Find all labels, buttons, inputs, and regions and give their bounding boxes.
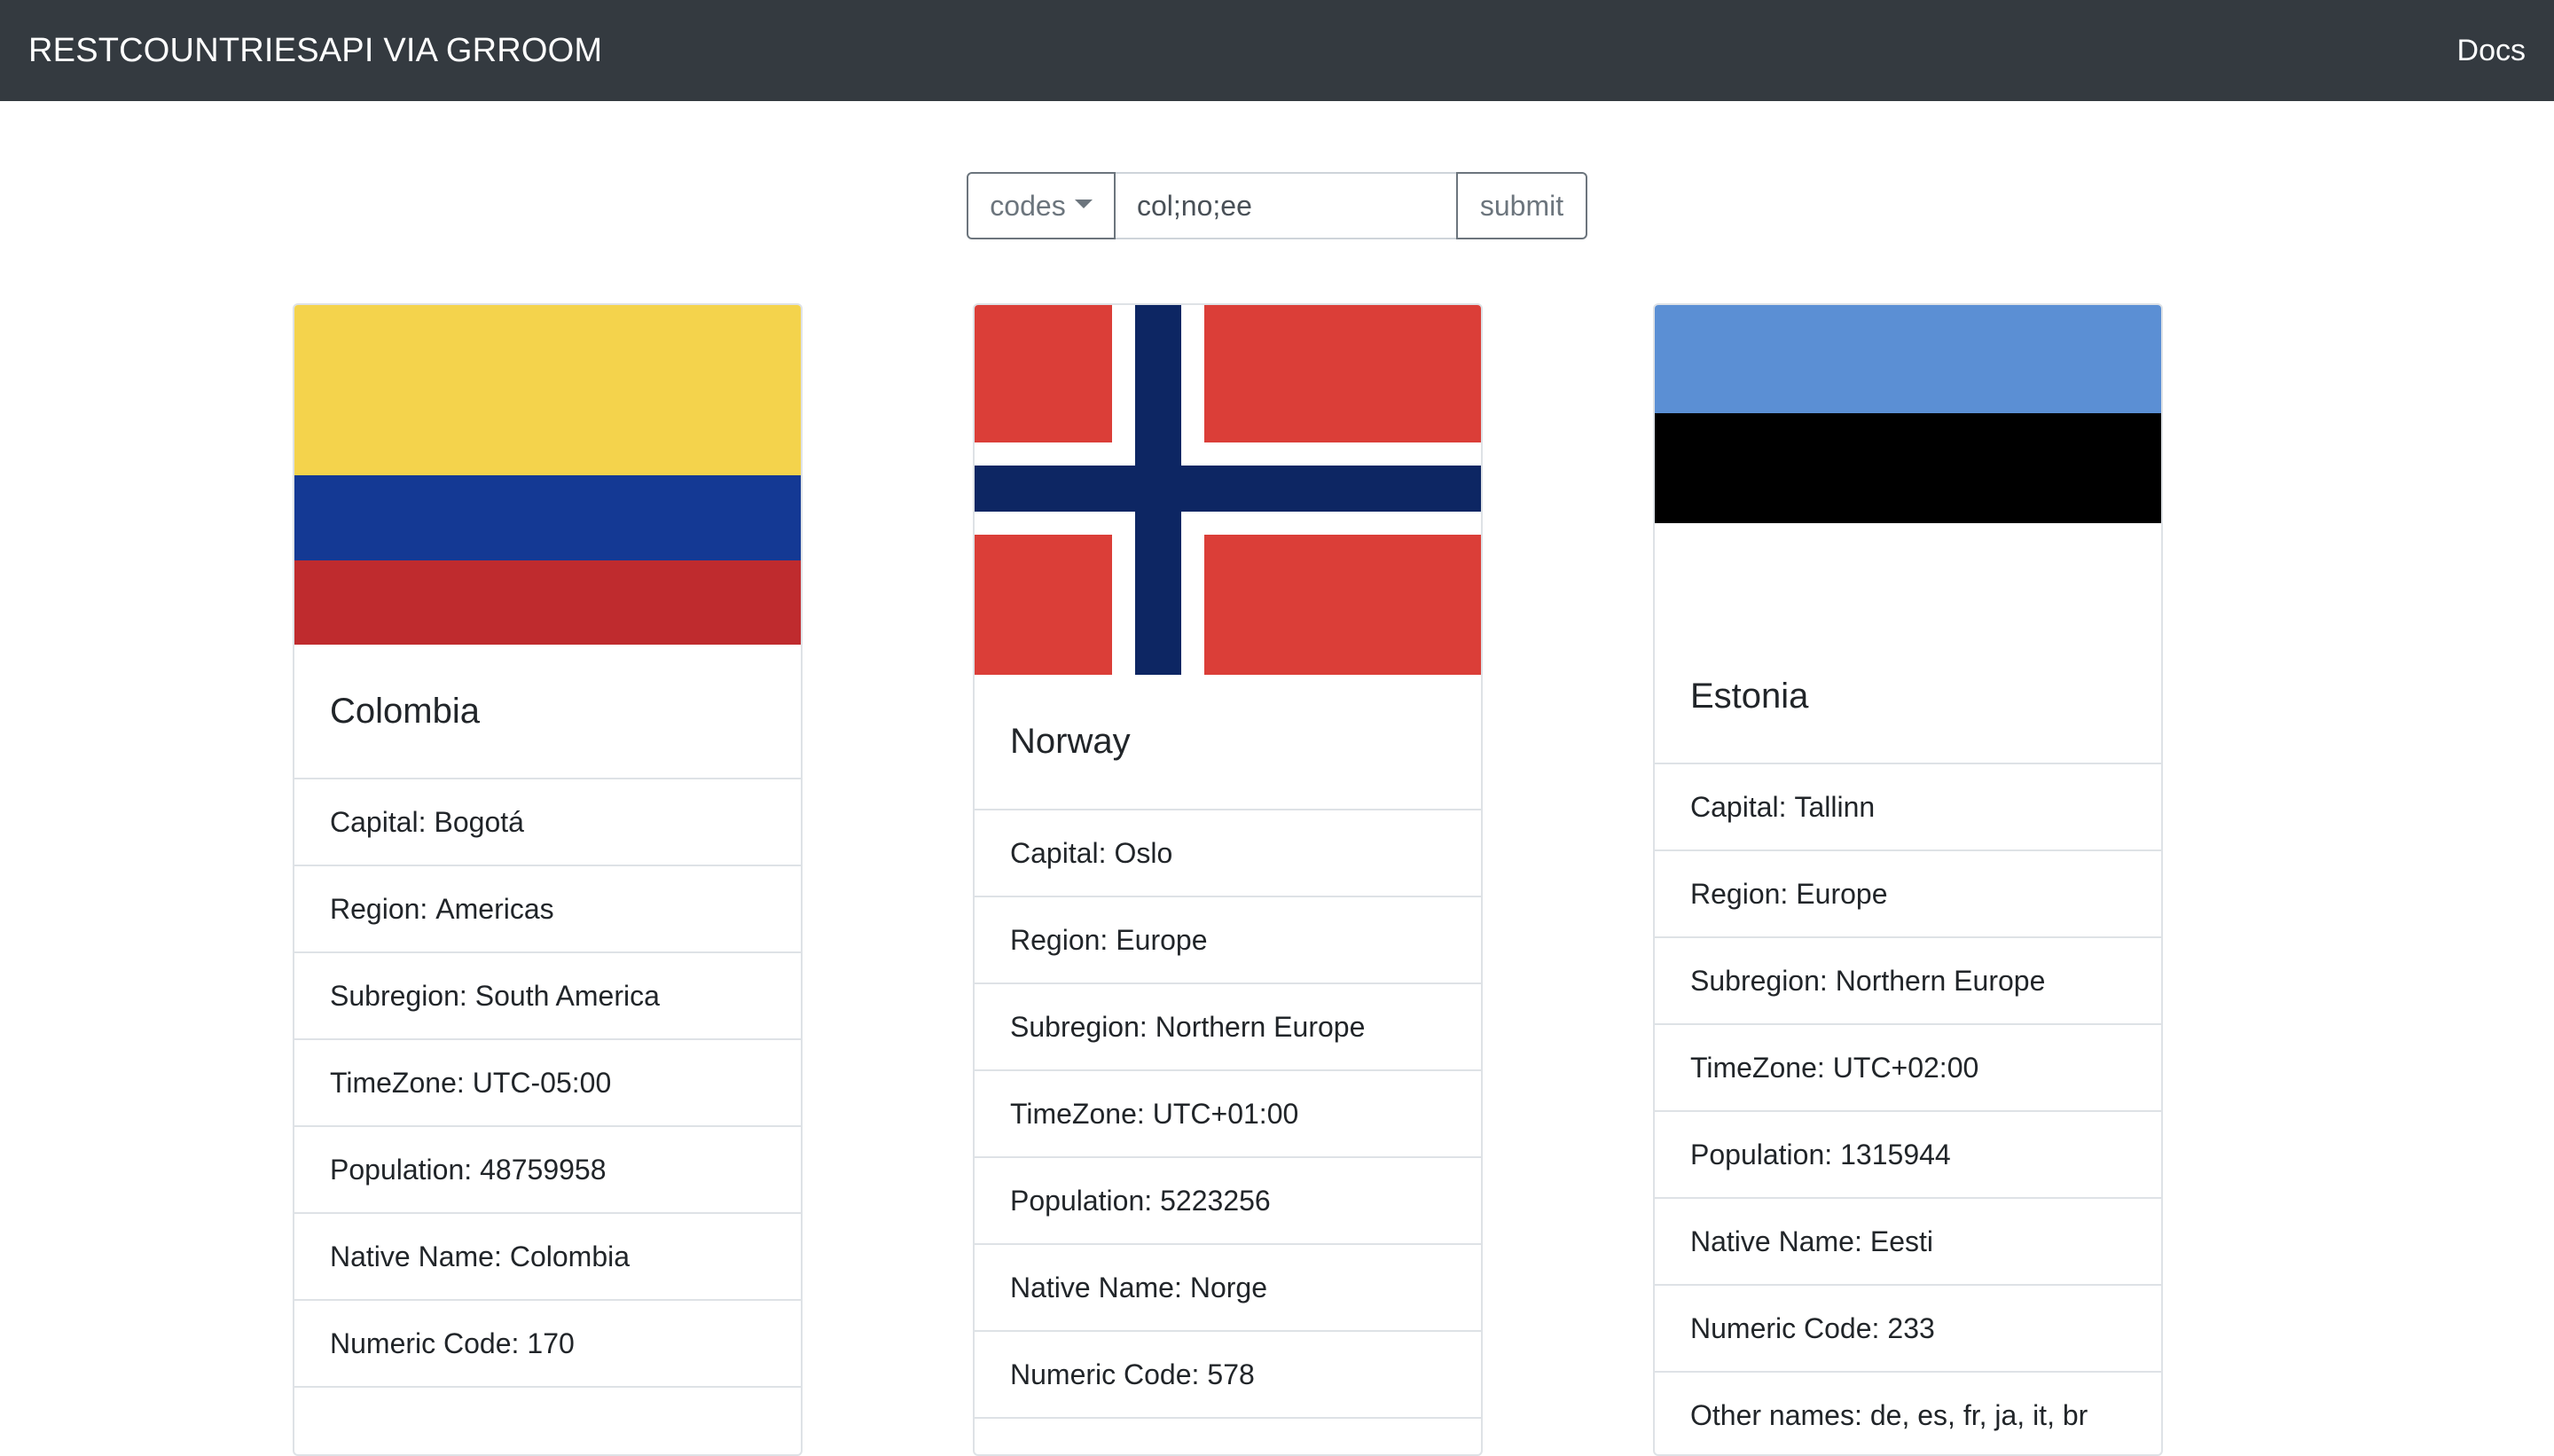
search-type-dropdown[interactable]: codes xyxy=(967,172,1116,239)
region-label: Region: xyxy=(1690,877,1789,910)
list-item-population: Population: 1315944 xyxy=(1655,1112,2161,1199)
numeric-code-value: 578 xyxy=(1207,1358,1255,1390)
region-label: Region: xyxy=(1010,923,1109,956)
list-item-native-name: Native Name: Colombia xyxy=(294,1214,801,1301)
numeric-code-label: Numeric Code: xyxy=(1010,1358,1200,1390)
list-item-subregion: Subregion: Northern Europe xyxy=(1655,938,2161,1025)
native-name-label: Native Name: xyxy=(1690,1225,1862,1257)
flag-band-blue xyxy=(294,475,801,560)
country-details: Capital: Tallinn Region: Europe Subregion:… xyxy=(1655,764,2161,1454)
list-item-more xyxy=(294,1388,801,1454)
numeric-code-value: 233 xyxy=(1887,1311,1935,1344)
list-item-numeric-code: Numeric Code: 578 xyxy=(975,1332,1481,1419)
navbar-brand[interactable]: RESTCOUNTRIESAPI VIA GRROOM xyxy=(28,30,602,71)
colombia-flag xyxy=(294,305,801,645)
population-value: 48759958 xyxy=(480,1153,607,1186)
numeric-code-value: 170 xyxy=(527,1327,575,1359)
list-item-numeric-code: Numeric Code: 233 xyxy=(1655,1286,2161,1373)
capital-label: Capital: xyxy=(1690,790,1787,823)
subregion-value: South America xyxy=(474,979,660,1012)
region-value: Europe xyxy=(1796,877,1888,910)
capital-label: Capital: xyxy=(1010,836,1107,869)
capital-value: Tallinn xyxy=(1794,790,1876,823)
list-item-timezone: TimeZone: UTC+02:00 xyxy=(1655,1025,2161,1112)
navbar: RESTCOUNTRIESAPI VIA GRROOM Docs xyxy=(0,0,2554,101)
dropdown-label: codes xyxy=(990,189,1066,222)
country-name: Colombia xyxy=(330,691,480,731)
flag-band-red xyxy=(294,560,801,645)
region-value: Americas xyxy=(435,892,554,925)
timezone-label: TimeZone: xyxy=(330,1066,465,1099)
population-label: Population: xyxy=(330,1153,473,1186)
submit-button[interactable]: submit xyxy=(1456,172,1587,239)
subregion-label: Subregion: xyxy=(1690,964,1828,997)
list-item-native-name: Native Name: Norge xyxy=(975,1245,1481,1332)
flag-cross-blue-horizontal xyxy=(975,466,1481,512)
native-name-label: Native Name: xyxy=(1010,1271,1182,1303)
subregion-label: Subregion: xyxy=(330,979,467,1012)
list-item-subregion: Subregion: South America xyxy=(294,953,801,1040)
flag-band-blue xyxy=(1655,305,2161,413)
card-body: Colombia xyxy=(294,645,801,779)
native-name-value: Eesti xyxy=(1869,1225,1933,1257)
list-item-population: Population: 5223256 xyxy=(975,1158,1481,1245)
numeric-code-label: Numeric Code: xyxy=(1690,1311,1880,1344)
estonia-flag xyxy=(1655,305,2161,523)
search-bar: codes col;no;ee submit xyxy=(967,172,1587,239)
population-label: Population: xyxy=(1010,1184,1153,1217)
card-body: Estonia xyxy=(1655,523,2161,764)
other-names-value: de, es, fr, ja, it, br xyxy=(1869,1398,2088,1431)
population-value: 5223256 xyxy=(1160,1184,1271,1217)
timezone-value: UTC-05:00 xyxy=(472,1066,612,1099)
list-item-region: Region: Americas xyxy=(294,866,801,953)
timezone-value: UTC+02:00 xyxy=(1832,1051,1979,1084)
country-card-colombia: Colombia Capital: Bogotá Region: Americas … xyxy=(293,303,803,1456)
list-item-other-names: Other names: de, es, fr, ja, it, br xyxy=(1655,1373,2161,1454)
list-item-capital: Capital: Tallinn xyxy=(1655,764,2161,851)
timezone-label: TimeZone: xyxy=(1690,1051,1825,1084)
list-item-numeric-code: Numeric Code: 170 xyxy=(294,1301,801,1388)
list-item-capital: Capital: Bogotá xyxy=(294,779,801,866)
flag-band-yellow xyxy=(294,305,801,475)
capital-value: Oslo xyxy=(1114,836,1173,869)
card-body: Norway xyxy=(975,675,1481,810)
docs-link[interactable]: Docs xyxy=(2457,32,2526,69)
capital-value: Bogotá xyxy=(434,805,524,838)
country-details: Capital: Oslo Region: Europe Subregion: Nor… xyxy=(975,810,1481,1419)
numeric-code-label: Numeric Code: xyxy=(330,1327,520,1359)
native-name-value: Norge xyxy=(1189,1271,1267,1303)
country-card-estonia: Estonia Capital: Tallinn Region: Europe Su… xyxy=(1653,303,2163,1456)
native-name-value: Colombia xyxy=(509,1240,631,1272)
list-item-timezone: TimeZone: UTC-05:00 xyxy=(294,1040,801,1127)
norway-flag xyxy=(975,305,1481,675)
timezone-value: UTC+01:00 xyxy=(1152,1097,1299,1130)
flag-band-black xyxy=(1655,413,2161,523)
subregion-value: Northern Europe xyxy=(1155,1010,1366,1043)
list-item-subregion: Subregion: Northern Europe xyxy=(975,984,1481,1071)
list-item-capital: Capital: Oslo xyxy=(975,810,1481,897)
country-name: Norway xyxy=(1010,722,1131,761)
region-label: Region: xyxy=(330,892,428,925)
capital-label: Capital: xyxy=(330,805,427,838)
country-card-norway: Norway Capital: Oslo Region: Europe Subreg… xyxy=(973,303,1483,1456)
list-item-region: Region: Europe xyxy=(975,897,1481,984)
list-item-native-name: Native Name: Eesti xyxy=(1655,1199,2161,1286)
country-name: Estonia xyxy=(1690,677,1809,716)
list-item-population: Population: 48759958 xyxy=(294,1127,801,1214)
country-details: Capital: Bogotá Region: Americas Subregion… xyxy=(294,779,801,1454)
region-value: Europe xyxy=(1116,923,1208,956)
list-item-region: Region: Europe xyxy=(1655,851,2161,938)
list-item-timezone: TimeZone: UTC+01:00 xyxy=(975,1071,1481,1158)
chevron-down-icon xyxy=(1074,200,1093,208)
population-value: 1315944 xyxy=(1840,1138,1951,1170)
search-input[interactable]: col;no;ee xyxy=(1116,172,1456,239)
native-name-label: Native Name: xyxy=(330,1240,502,1272)
subregion-label: Subregion: xyxy=(1010,1010,1148,1043)
timezone-label: TimeZone: xyxy=(1010,1097,1145,1130)
subregion-value: Northern Europe xyxy=(1835,964,2046,997)
other-names-label: Other names: xyxy=(1690,1398,1862,1431)
population-label: Population: xyxy=(1690,1138,1833,1170)
